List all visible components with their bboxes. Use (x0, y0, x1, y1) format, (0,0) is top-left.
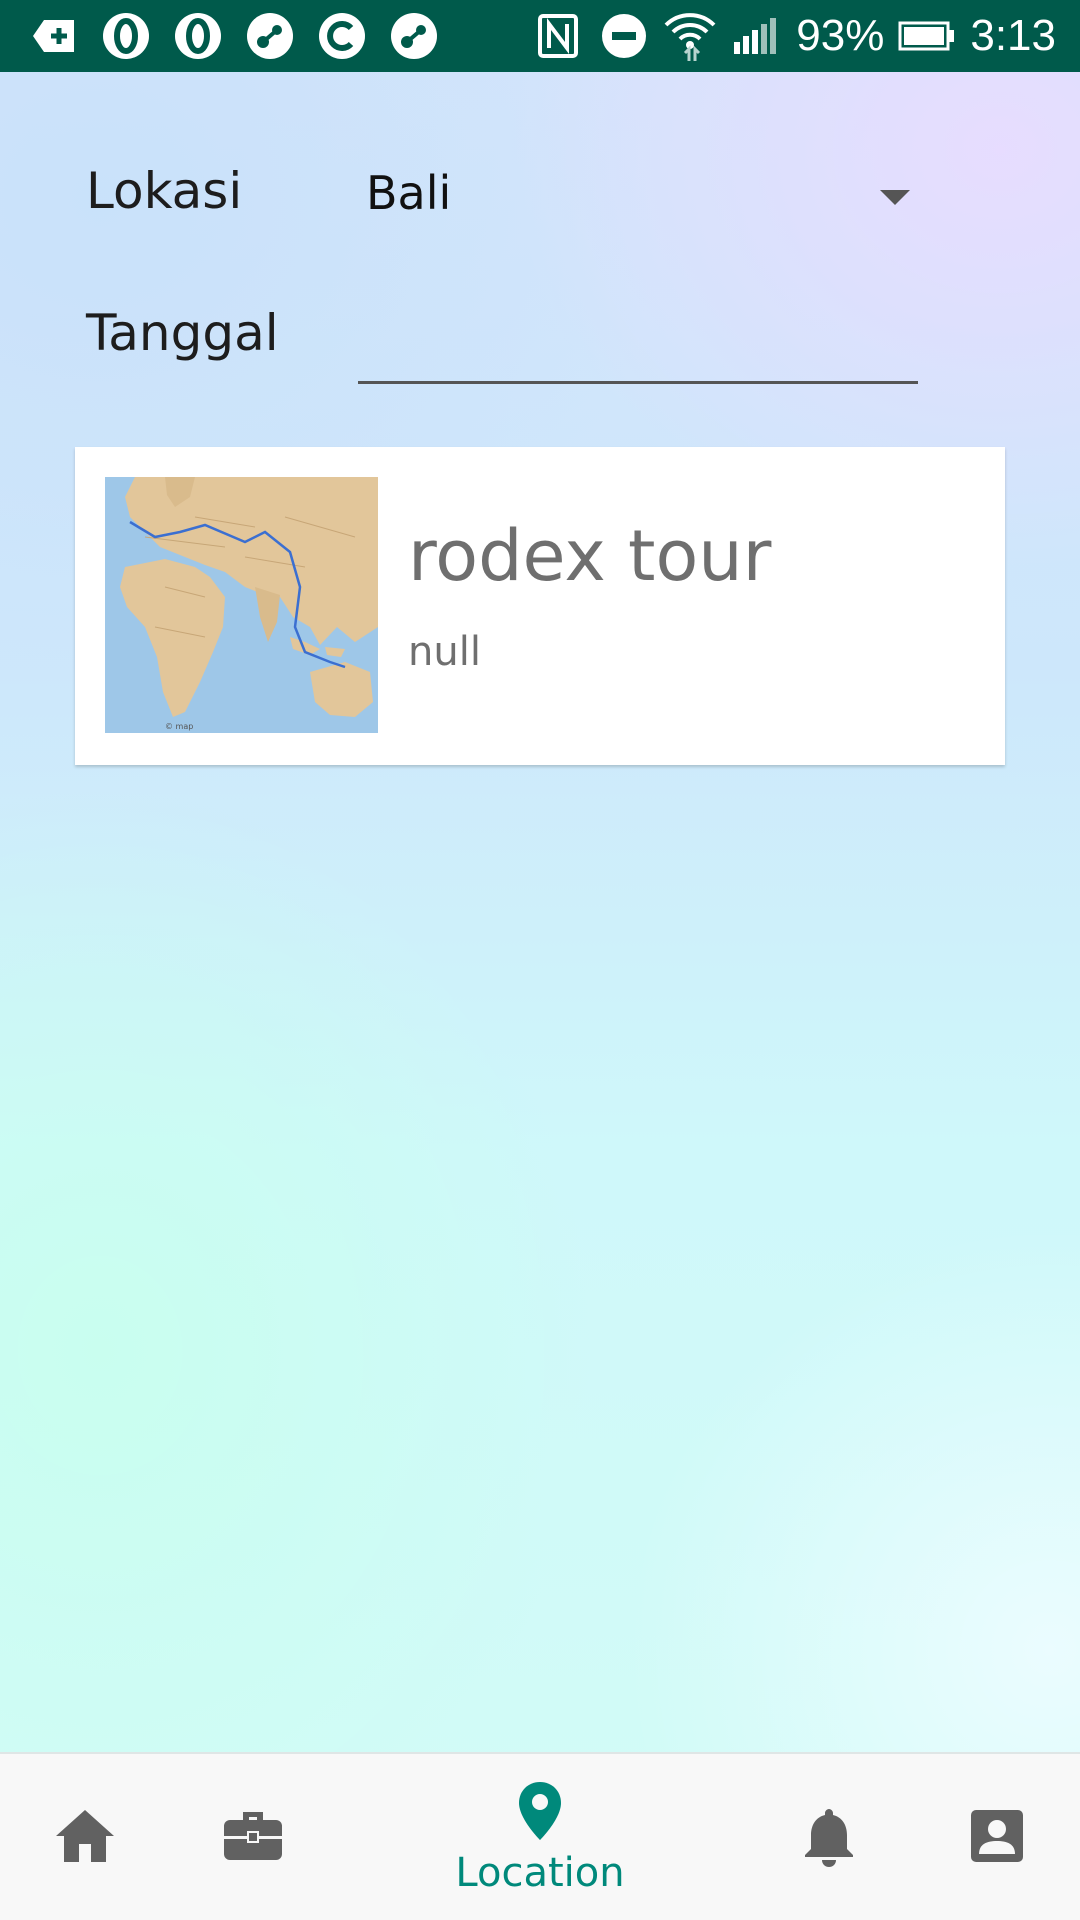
svg-text:© map: © map (165, 722, 193, 731)
tour-title: rodex tour (408, 515, 772, 597)
tour-card[interactable]: © map rodex tour null (75, 447, 1005, 765)
date-input[interactable] (358, 300, 918, 384)
tour-subtitle: null (408, 629, 481, 675)
status-bar: 93% 3:13 (0, 0, 1080, 72)
notification-icons (28, 10, 440, 62)
location-label: Lokasi (86, 162, 243, 220)
location-dropdown[interactable]: Bali (358, 160, 918, 232)
dropdown-arrow-icon (880, 190, 910, 205)
bell-icon (803, 1805, 855, 1871)
nav-item-notifications[interactable] (794, 1754, 864, 1920)
date-label: Tanggal (86, 304, 279, 362)
bottom-navigation: Location (0, 1752, 1080, 1920)
location-selected-value: Bali (366, 166, 452, 220)
nfc-icon (532, 10, 584, 62)
clock: 3:13 (970, 11, 1056, 60)
location-pin-icon (517, 1780, 563, 1846)
world-route-map-image: © map (105, 477, 378, 733)
opera-icon (172, 10, 224, 62)
nav-item-location[interactable]: Location (420, 1754, 660, 1920)
account-box-icon (969, 1808, 1025, 1868)
app-notification-icon (244, 10, 296, 62)
briefcase-icon (222, 1808, 284, 1868)
do-not-disturb-icon (598, 10, 650, 62)
nav-item-work[interactable] (218, 1754, 288, 1920)
nav-item-home[interactable] (50, 1754, 120, 1920)
signal-icon (730, 10, 782, 62)
battery-icon (898, 10, 956, 62)
backspace-plus-icon (28, 10, 80, 62)
nav-item-profile[interactable] (962, 1754, 1032, 1920)
app-notification-icon (388, 10, 440, 62)
opera-icon (100, 10, 152, 62)
wifi-icon (664, 10, 716, 62)
home-icon (54, 1808, 116, 1868)
battery-percent: 93% (796, 11, 885, 60)
screen: 93% 3:13 Lokasi Bali Tanggal © map rodex… (0, 0, 1080, 1920)
system-status: 93% 3:13 (532, 10, 1056, 62)
app-notification-icon (316, 10, 368, 62)
nav-label-location: Location (455, 1850, 625, 1896)
